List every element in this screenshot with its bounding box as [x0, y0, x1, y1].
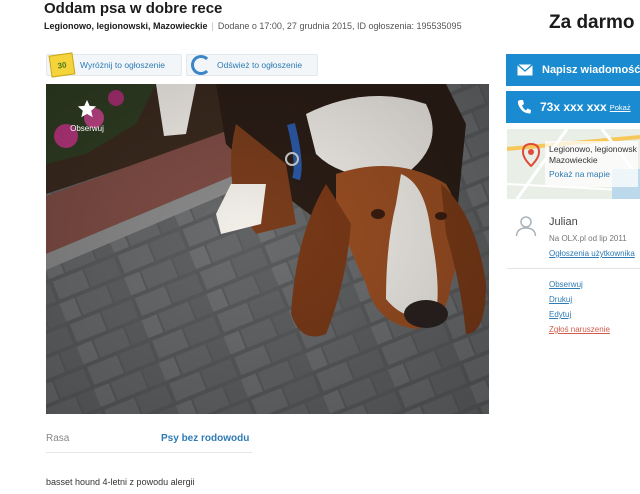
phone-number: 73x xxx xxx [540, 100, 607, 114]
phone-icon [517, 100, 531, 114]
map-preview[interactable]: Legionowo, legionowsk Mazowieckie Pokaż … [507, 129, 640, 199]
map-pin-icon [522, 143, 540, 167]
meta-separator: | [211, 21, 214, 31]
user-since: Na OLX.pl od lip 2011 [549, 234, 627, 243]
map-location-line2: Mazowieckie [549, 155, 598, 165]
price-label: Za darmo [549, 12, 635, 33]
observe-link[interactable]: Obserwuj [549, 280, 583, 289]
attribute-value-link[interactable]: Psy bez rodowodu [161, 433, 249, 444]
sidebar-divider [507, 268, 640, 269]
promote-button[interactable]: 30 Wyróżnij to ogłoszenie [46, 52, 182, 78]
ad-description: basset hound 4-letni z powodu alergii [46, 477, 195, 487]
envelope-icon [517, 64, 533, 76]
ad-title: Oddam psa w dobre rece [44, 0, 223, 17]
ad-location[interactable]: Legionowo, legionowski, Mazowieckie [44, 21, 208, 31]
send-message-button[interactable]: Napisz wiadomość [506, 54, 640, 86]
dog-photo-image [46, 84, 489, 414]
observe-label: Obserwuj [70, 124, 104, 133]
phone-button[interactable]: 73x xxx xxx Pokaż [506, 91, 640, 123]
user-ads-link[interactable]: Ogłoszenia użytkownika [549, 249, 635, 258]
attribute-divider [46, 452, 252, 453]
show-on-map-link[interactable]: Pokaż na mapie [549, 169, 610, 179]
attribute-label: Rasa [46, 433, 70, 444]
ad-photo[interactable]: Obserwuj [46, 84, 489, 414]
observe-photo-button[interactable]: Obserwuj [60, 98, 114, 133]
print-link[interactable]: Drukuj [549, 295, 572, 304]
map-location-line1: Legionowo, legionowsk [549, 144, 637, 154]
badge-30-icon: 30 [48, 52, 76, 78]
refresh-label: Odśwież to ogłoszenie [217, 60, 303, 70]
map-location: Legionowo, legionowsk Mazowieckie [549, 144, 637, 166]
star-icon [77, 99, 97, 118]
user-avatar-icon [515, 216, 537, 237]
ad-added: Dodane o 17:00, 27 grudnia 2015, ID ogło… [217, 21, 462, 31]
send-message-label: Napisz wiadomość [542, 64, 640, 76]
refresh-button[interactable]: Odśwież to ogłoszenie [186, 54, 318, 76]
ad-meta: Legionowo, legionowski, Mazowieckie | Doda… [44, 21, 462, 31]
promote-label: Wyróżnij to ogłoszenie [80, 60, 165, 70]
report-link[interactable]: Zgłoś naruszenie [549, 325, 610, 334]
show-phone-link[interactable]: Pokaż [610, 103, 631, 112]
edit-link[interactable]: Edytuj [549, 310, 571, 319]
user-name: Julian [549, 216, 578, 228]
refresh-icon [191, 55, 211, 75]
